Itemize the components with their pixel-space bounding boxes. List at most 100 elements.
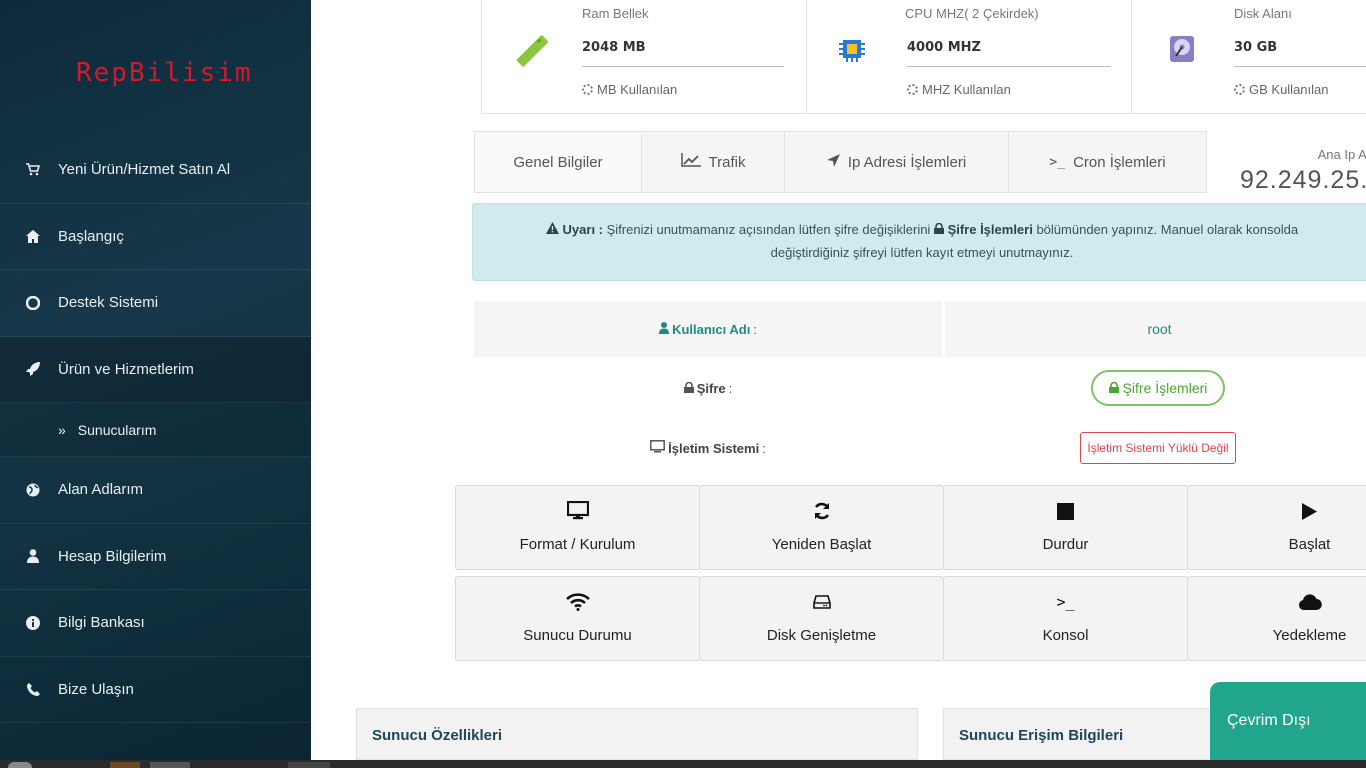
username-label-cell: Kullanıcı Adı : xyxy=(474,301,942,357)
main-ip-value: 92.249.25. xyxy=(1240,166,1366,194)
chat-status-label: Çevrim Dışı xyxy=(1227,712,1311,729)
phone-icon xyxy=(26,682,40,696)
cpu-card: CPU MHZ( 2 Çekirdek) 4000 MHZ MHZ Kullan… xyxy=(806,0,1132,114)
tab-general-info[interactable]: Genel Bilgiler xyxy=(474,131,642,193)
brand-logo[interactable]: RepBilisim xyxy=(76,58,253,88)
hard-disk-icon xyxy=(1168,34,1196,69)
username-value: root xyxy=(1147,321,1172,337)
action-label: Yeniden Başlat xyxy=(771,536,872,553)
cpu-value: 4000 MHZ xyxy=(907,40,981,55)
alert-text: bölümünden yapınız. Manuel olarak konsol… xyxy=(1032,222,1299,237)
sidebar-item-knowledgebase[interactable]: Bilgi Bankası xyxy=(0,590,311,657)
password-row: Şifre : Şifre İşlemleri xyxy=(474,360,1366,416)
tab-traffic[interactable]: Trafik xyxy=(642,131,785,193)
password-label: Şifre xyxy=(696,380,726,396)
backup-button[interactable]: Yedekleme xyxy=(1187,576,1366,661)
server-status-button[interactable]: Sunucu Durumu xyxy=(455,576,700,661)
taskbar-app-icon[interactable] xyxy=(150,762,190,768)
password-warning-alert: Uyarı : Şifrenizi unutmamanız açısından … xyxy=(472,203,1366,281)
username-value-cell: root xyxy=(945,301,1366,357)
disk-divider xyxy=(1234,66,1366,67)
disk-extend-button[interactable]: Disk Genişletme xyxy=(699,576,944,661)
disk-card: Disk Alanı 30 GB GB Kullanılan xyxy=(1131,0,1366,114)
os-row: İşletim Sistemi : İşletim Sistemi Yüklü … xyxy=(474,420,1366,476)
sidebar-item-new-purchase[interactable]: Yeni Ürün/Hizmet Satın Al xyxy=(0,137,311,204)
location-arrow-icon xyxy=(826,153,840,171)
home-icon xyxy=(26,229,40,243)
monitor-icon xyxy=(650,440,666,456)
disk-used: GB Kullanılan xyxy=(1234,82,1329,97)
lock-icon xyxy=(683,381,694,396)
sidebar-nav: Yeni Ürün/Hizmet Satın Al Başlangıç Dest… xyxy=(0,137,311,723)
tab-ip-operations[interactable]: Ip Adresi İşlemleri xyxy=(785,131,1009,193)
terminal-icon: >_ xyxy=(1049,154,1066,170)
action-label: Sunucu Durumu xyxy=(523,627,632,644)
disk-value: 30 GB xyxy=(1234,40,1278,55)
alert-line-1: Uyarı : Şifrenizi unutmamanız açısından … xyxy=(479,218,1365,241)
server-specs-title: Sunucu Özellikleri xyxy=(372,727,503,744)
cpu-divider xyxy=(907,66,1111,67)
cpu-used-label: MHZ Kullanılan xyxy=(922,82,1011,97)
spinner-icon xyxy=(907,84,918,95)
os-label: İşletim Sistemi xyxy=(668,440,760,456)
wifi-icon xyxy=(565,591,590,613)
lock-icon xyxy=(1108,380,1119,396)
play-icon xyxy=(1302,500,1317,522)
live-chat-widget[interactable]: Çevrim Dışı xyxy=(1210,682,1366,760)
colon: : xyxy=(728,380,733,396)
main-ip-box: Ana Ip Ad 92.249.25. xyxy=(1236,140,1366,200)
sidebar-item-label: Yeni Ürün/Hizmet Satın Al xyxy=(58,161,231,179)
ram-used: MB Kullanılan xyxy=(582,82,677,97)
ram-value: 2048 MB xyxy=(582,40,646,55)
stop-icon xyxy=(1057,500,1074,522)
cpu-chip-icon xyxy=(837,34,867,69)
ram-card: Ram Bellek 2048 MB MB Kullanılan xyxy=(481,0,807,114)
tab-cron-operations[interactable]: >_ Cron İşlemleri xyxy=(1009,131,1207,193)
sidebar-item-label: Hesap Bilgilerim xyxy=(58,547,167,565)
sidebar-item-domains[interactable]: Alan Adlarım xyxy=(0,457,311,524)
restart-button[interactable]: Yeniden Başlat xyxy=(699,485,944,570)
spinner-icon xyxy=(1234,84,1245,95)
sidebar-item-products[interactable]: Ürün ve Hizmetlerim xyxy=(0,336,311,403)
server-access-title: Sunucu Erişim Bilgileri xyxy=(959,727,1124,744)
monitor-icon xyxy=(566,500,589,522)
taskbar-app-icon[interactable] xyxy=(110,762,140,768)
username-row: Kullanıcı Adı : root xyxy=(474,301,1366,357)
alert-text: Şifrenizi unutmamanız açısından lütfen ş… xyxy=(603,222,934,237)
start-button[interactable]: Başlat xyxy=(1187,485,1366,570)
sidebar-item-label: Sunucularım xyxy=(77,421,157,438)
line-chart-icon xyxy=(680,153,701,171)
tab-label: Trafik xyxy=(708,153,746,171)
console-button[interactable]: >_ Konsol xyxy=(943,576,1188,661)
format-install-button[interactable]: Format / Kurulum xyxy=(455,485,700,570)
alert-line-2: değiştirdiğiniz şifreyi lütfen kayıt etm… xyxy=(770,245,1074,260)
sidebar: RepBilisim Yeni Ürün/Hizmet Satın Al Baş… xyxy=(0,0,311,760)
stop-button[interactable]: Durdur xyxy=(943,485,1188,570)
taskbar-app-icon[interactable] xyxy=(288,762,330,768)
colon: : xyxy=(762,440,766,456)
cloud-icon xyxy=(1298,591,1322,613)
sidebar-item-servers[interactable]: » Sunucularım xyxy=(0,403,311,457)
server-tabs: Genel Bilgiler Trafik Ip Adresi İşlemler… xyxy=(474,131,1207,193)
tab-label: Ip Adresi İşlemleri xyxy=(847,153,967,171)
sidebar-item-account[interactable]: Hesap Bilgilerim xyxy=(0,524,311,590)
password-label-cell: Şifre : xyxy=(474,360,942,416)
tab-label: Genel Bilgiler xyxy=(513,153,603,171)
ram-icon xyxy=(514,34,549,73)
ram-used-label: MB Kullanılan xyxy=(597,82,678,97)
double-chevron-right-icon: » xyxy=(58,421,66,438)
sidebar-item-support[interactable]: Destek Sistemi xyxy=(0,270,311,337)
password-operations-button[interactable]: Şifre İşlemleri xyxy=(1090,370,1226,406)
refresh-icon xyxy=(813,500,831,522)
user-icon xyxy=(659,321,670,337)
alert-password-link[interactable]: Şifre İşlemleri xyxy=(948,222,1033,237)
ram-title: Ram Bellek xyxy=(582,6,649,21)
tab-label: Cron İşlemleri xyxy=(1073,153,1166,171)
username-label: Kullanıcı Adı xyxy=(672,321,751,337)
os-status-badge: İşletim Sistemi Yüklü Değil xyxy=(1080,432,1236,464)
sidebar-item-contact[interactable]: Bize Ulaşın xyxy=(0,657,311,723)
os-label-cell: İşletim Sistemi : xyxy=(474,420,942,476)
sidebar-item-home[interactable]: Başlangıç xyxy=(0,204,311,270)
user-icon xyxy=(26,549,40,564)
taskbar-start-icon[interactable] xyxy=(8,762,32,768)
